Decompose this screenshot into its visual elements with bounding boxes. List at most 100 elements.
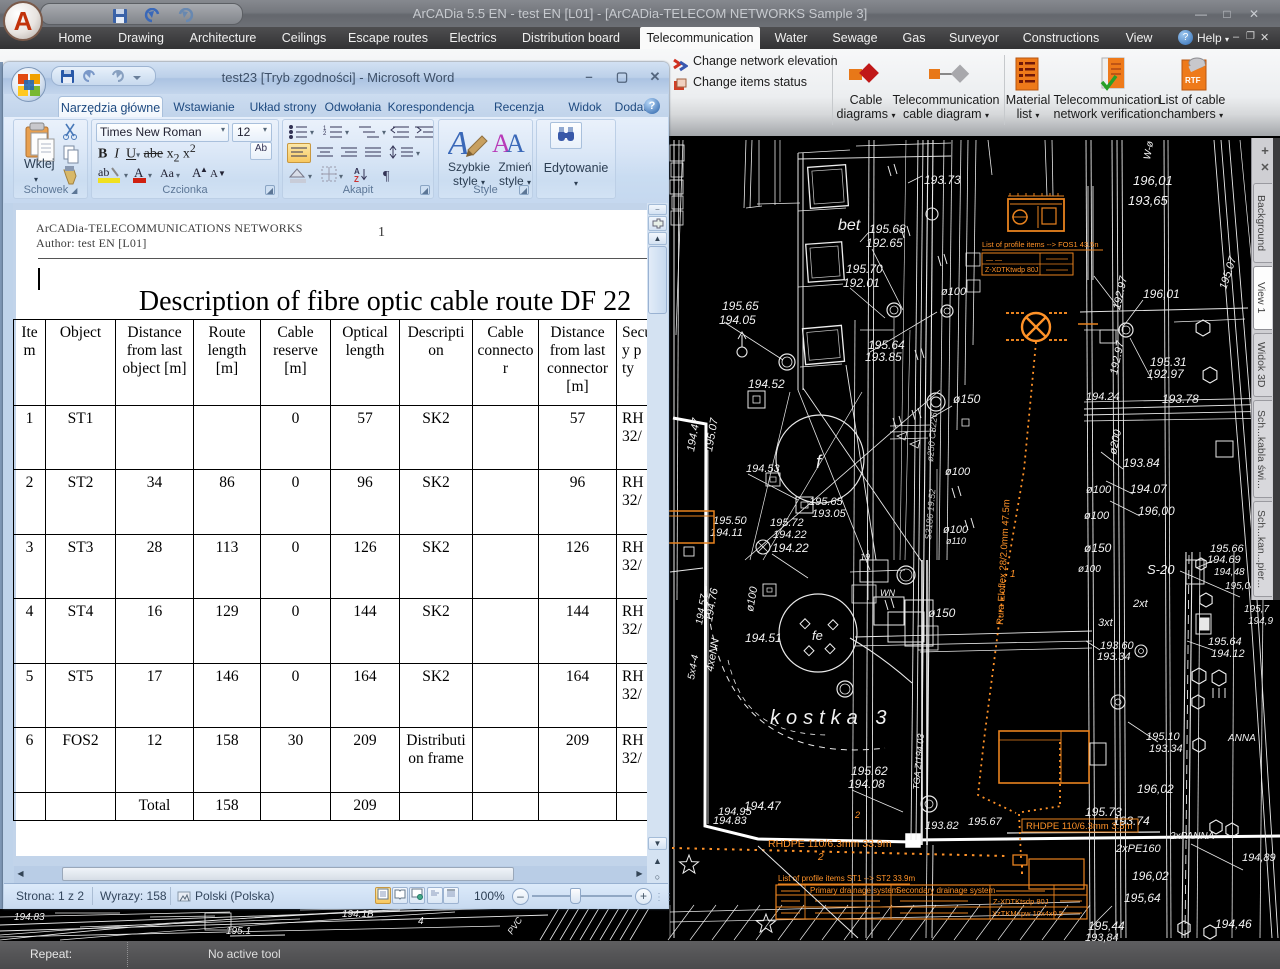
svg-text:193.84: 193.84 <box>1123 456 1160 470</box>
svg-text:ø100: ø100 <box>1078 564 1101 575</box>
svg-text:193,84: 193,84 <box>1085 932 1119 944</box>
svg-text:2xt: 2xt <box>1132 598 1149 610</box>
svg-text:195.50: 195.50 <box>713 515 748 527</box>
svg-text:194.22: 194.22 <box>772 541 809 555</box>
svg-text:ø150: ø150 <box>1084 541 1112 555</box>
svg-text:Secondary drainage system: Secondary drainage system <box>896 886 996 895</box>
svg-text:196,02: 196,02 <box>1137 782 1174 796</box>
svg-text:194.07: 194.07 <box>1130 482 1168 496</box>
svg-text:194.83: 194.83 <box>14 912 45 923</box>
svg-text:▾: ▾ <box>416 149 420 158</box>
svg-text:▾: ▾ <box>345 128 349 137</box>
svg-text:2: 2 <box>854 810 860 820</box>
svg-text:Z: Z <box>354 175 359 184</box>
svg-text:ø100: ø100 <box>1084 510 1110 522</box>
svg-text:194.05: 194.05 <box>719 313 756 327</box>
svg-text:193,65: 193,65 <box>1128 193 1169 208</box>
svg-text:194,48: 194,48 <box>1214 567 1245 578</box>
svg-text:XzTKM×pw 10x4x0.5: XzTKM×pw 10x4x0.5 <box>992 909 1063 918</box>
svg-text:A: A <box>506 129 525 158</box>
svg-text:A: A <box>448 125 469 162</box>
svg-text:193.73: 193.73 <box>924 173 961 187</box>
svg-text:195,44: 195,44 <box>1088 919 1125 933</box>
svg-text:fe: fe <box>812 628 823 643</box>
svg-text:194.24: 194.24 <box>1086 391 1120 403</box>
svg-text:ø150: ø150 <box>953 392 981 406</box>
svg-text:ø150: ø150 <box>928 606 956 620</box>
svg-text:— —: — — <box>986 257 1002 264</box>
svg-text:2: 2 <box>817 852 824 863</box>
svg-text:193.82: 193.82 <box>925 820 959 832</box>
svg-text:ANNA: ANNA <box>1227 733 1256 744</box>
svg-text:195.1: 195.1 <box>226 926 251 937</box>
svg-text:194.22: 194.22 <box>773 529 807 541</box>
svg-text:ø100: ø100 <box>945 466 971 478</box>
svg-text:A: A <box>134 165 144 180</box>
svg-text:RHDPE 110/6.3mm 33.9m: RHDPE 110/6.3mm 33.9m <box>768 838 892 850</box>
svg-text:194.51: 194.51 <box>745 631 782 645</box>
svg-text:195,64: 195,64 <box>1124 891 1161 905</box>
svg-text:194.1B: 194.1B <box>342 909 374 920</box>
svg-text:192.97: 192.97 <box>1147 367 1185 381</box>
svg-text:ø100: ø100 <box>943 524 969 536</box>
svg-text:195.65: 195.65 <box>809 496 844 508</box>
svg-text:ø110: ø110 <box>946 536 966 546</box>
svg-text:196,02: 196,02 <box>1132 869 1169 883</box>
svg-text:kostka 3: kostka 3 <box>770 707 892 729</box>
svg-text:192.65: 192.65 <box>866 236 903 250</box>
svg-text:194.83: 194.83 <box>713 815 748 827</box>
svg-text:Primary drainage system: Primary drainage system <box>810 886 899 895</box>
svg-text:195.64: 195.64 <box>1208 636 1242 648</box>
svg-text:Z-XDTKtsdp 80J: Z-XDTKtsdp 80J <box>993 897 1049 906</box>
svg-text:194.11: 194.11 <box>710 527 743 539</box>
svg-text:194.52: 194.52 <box>748 377 785 391</box>
svg-text:▾: ▾ <box>176 171 180 180</box>
svg-text:bet: bet <box>838 217 861 234</box>
svg-text:List of profile items ST1 -->: List of profile items ST1 --> ST2 33.9m <box>778 874 915 883</box>
svg-text:195,7: 195,7 <box>1244 604 1269 615</box>
svg-text:2xPANNA: 2xPANNA <box>1169 831 1215 842</box>
svg-text:▾: ▾ <box>382 128 386 137</box>
svg-text:List of profile items --> FOS1: List of profile items --> FOS1 43.5n <box>982 240 1099 249</box>
svg-text:195.70: 195.70 <box>846 262 883 276</box>
svg-text:RHDPE 110/6.3mm 3.5m: RHDPE 110/6.3mm 3.5m <box>1026 821 1133 832</box>
svg-text:▾: ▾ <box>310 128 314 137</box>
svg-text:194,89: 194,89 <box>1242 852 1276 864</box>
svg-text:196,00: 196,00 <box>1138 504 1175 518</box>
svg-text:¶: ¶ <box>383 169 390 184</box>
svg-text:194.08: 194.08 <box>848 777 885 791</box>
svg-text:194.69: 194.69 <box>1207 554 1241 566</box>
svg-text:193.34: 193.34 <box>1149 743 1183 755</box>
svg-text:196,01: 196,01 <box>1143 287 1180 301</box>
svg-text:▾: ▾ <box>339 172 343 181</box>
svg-text:19: 19 <box>860 552 870 562</box>
svg-text:194.12: 194.12 <box>1211 648 1245 660</box>
svg-text:ab: ab <box>98 165 109 179</box>
svg-text:195.10: 195.10 <box>1146 731 1181 743</box>
svg-text:195.67: 195.67 <box>968 816 1003 828</box>
svg-text:2: 2 <box>323 131 327 137</box>
svg-text:195.62: 195.62 <box>851 764 888 778</box>
svg-text:195.65: 195.65 <box>722 299 759 313</box>
svg-text:193.05: 193.05 <box>812 508 847 520</box>
svg-text:194,46: 194,46 <box>1215 917 1252 931</box>
svg-text:196,01: 196,01 <box>1133 173 1173 188</box>
svg-text:▲: ▲ <box>200 165 208 174</box>
svg-text:Aa: Aa <box>160 166 175 180</box>
svg-text:▾: ▾ <box>308 172 312 181</box>
svg-text:Z-XDTKtwdp 80J: Z-XDTKtwdp 80J <box>985 267 1038 274</box>
svg-text:194,9: 194,9 <box>1248 616 1273 627</box>
svg-text:▾: ▾ <box>148 171 152 180</box>
svg-text:2xPE160: 2xPE160 <box>1115 843 1162 855</box>
svg-text:193.85: 193.85 <box>865 350 902 364</box>
svg-text:A: A <box>210 168 218 180</box>
svg-text:ø100: ø100 <box>1086 484 1112 496</box>
svg-text:193.34: 193.34 <box>1097 651 1131 663</box>
svg-text:▾: ▾ <box>124 171 128 180</box>
svg-text:S-20: S-20 <box>1147 562 1175 577</box>
svg-text:4: 4 <box>418 916 424 927</box>
svg-text:1: 1 <box>1010 569 1016 580</box>
svg-text:192.01: 192.01 <box>843 276 880 290</box>
svg-text:WN: WN <box>880 588 895 598</box>
svg-text:194.53: 194.53 <box>746 463 781 475</box>
